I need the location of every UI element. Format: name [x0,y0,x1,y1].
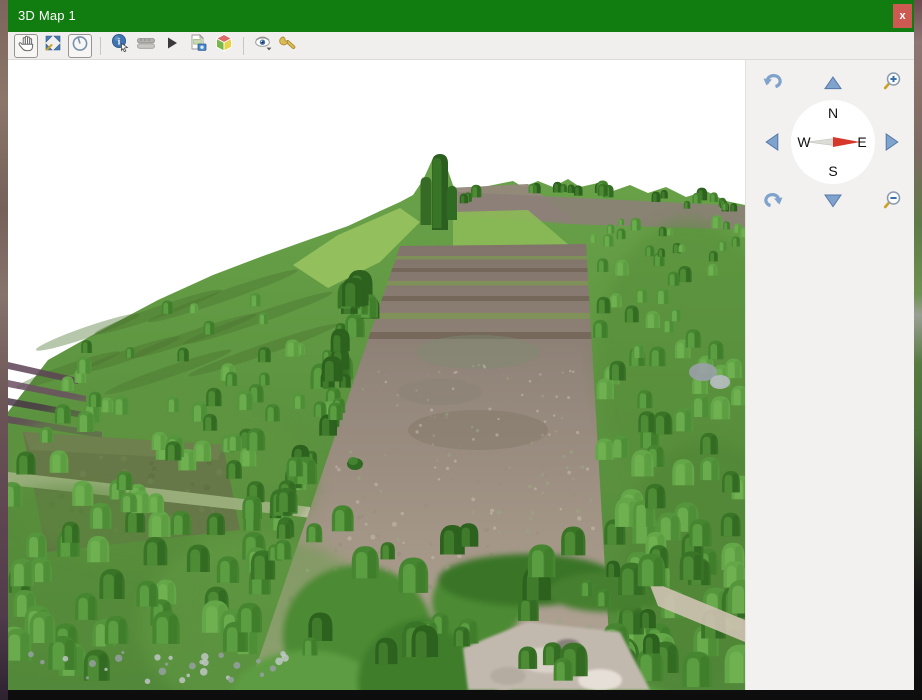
right-arrow-icon [885,133,899,156]
zoom-extents-button[interactable] [42,34,64,58]
zoom-out-button[interactable] [883,190,904,216]
fly-through-button[interactable] [161,34,183,58]
zoom-in-magnifier-icon [883,71,904,97]
image-file-icon [188,33,208,58]
rotate-ccw-button[interactable] [762,72,784,95]
compass-south-label: S [828,163,837,179]
terrain-3d-viewport[interactable] [8,60,745,690]
toolbar-separator [243,37,244,55]
orbit-tool-button[interactable] [68,34,92,58]
pan-tool-button[interactable] [14,34,38,58]
zoom-in-button[interactable] [883,71,904,97]
orbit-circle-icon [71,34,89,57]
compass-west-label: W [797,134,810,150]
window-titlebar[interactable]: 3D Map 1 x [8,0,914,32]
blue-corner-arrows-icon [44,34,62,57]
save-image-button[interactable] [187,34,209,58]
compass-north-label: N [828,105,838,121]
info-cursor-icon: i [110,33,130,58]
compass-east-label: E [857,134,866,150]
play-icon [165,36,179,55]
window-title: 3D Map 1 [18,0,76,32]
navigation-panel: N S W E [745,60,914,690]
tilt-up-button[interactable] [824,76,842,95]
ruler-icon [136,35,156,56]
rotate-cw-button[interactable] [762,191,784,214]
toolbar-separator [100,37,101,55]
eye-dropdown-icon [253,34,274,57]
measure-tool-button[interactable] [135,34,157,58]
rotate-ccw-icon [762,72,784,95]
down-arrow-icon [824,194,842,213]
tilt-down-button[interactable] [824,194,842,213]
view-properties-button[interactable] [213,34,235,58]
desktop-background-left [0,0,8,700]
display-options-button[interactable] [278,34,300,58]
up-arrow-icon [824,76,842,95]
zoom-out-magnifier-icon [883,190,904,216]
hand-pan-icon [18,34,35,57]
compass[interactable]: N S W E [791,100,875,184]
left-arrow-icon [765,133,779,156]
feature-info-button[interactable]: i [109,34,131,58]
pan-right-button[interactable] [885,133,899,156]
pan-left-button[interactable] [765,133,779,156]
map-3d-window: 3D Map 1 x [8,0,914,690]
close-button[interactable]: x [893,4,912,28]
wrench-icon [279,33,299,58]
terrain-scene [8,60,745,690]
visibility-button[interactable] [252,34,274,58]
color-cube-icon [214,33,234,58]
rotate-cw-icon [762,191,784,214]
view-toolbar: i [8,32,914,60]
